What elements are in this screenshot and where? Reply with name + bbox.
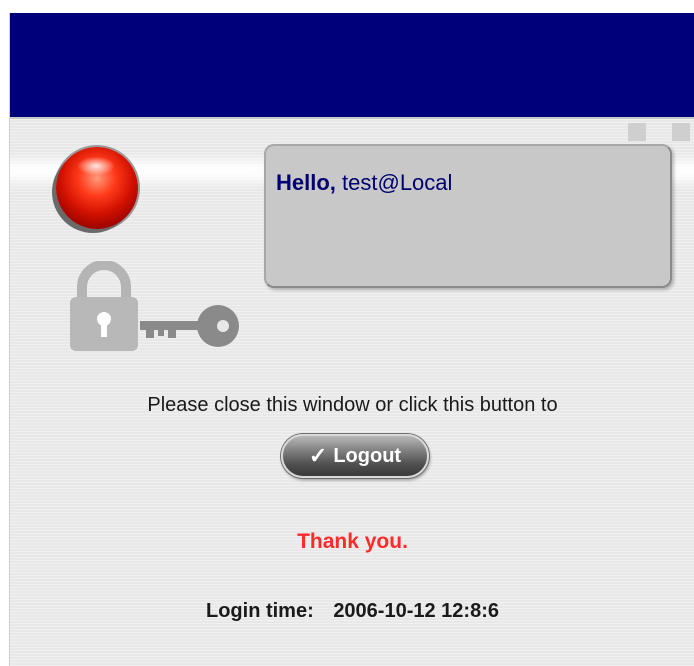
thank-you-text: Thank you. bbox=[297, 530, 408, 553]
lock-key-illustration bbox=[70, 261, 239, 351]
check-icon: ✓ bbox=[308, 443, 328, 468]
decorative-square bbox=[672, 123, 690, 141]
greeting-text: Hello, test@Local bbox=[276, 170, 452, 196]
greeting-label: Hello, bbox=[276, 170, 336, 195]
status-orb-icon bbox=[56, 147, 138, 229]
lock-icon bbox=[70, 261, 138, 351]
decorative-square bbox=[628, 123, 646, 141]
header-bar bbox=[10, 13, 694, 119]
greeting-panel: Hello, test@Local bbox=[264, 144, 672, 288]
login-time-value: 2006-10-12 12:8:6 bbox=[333, 600, 499, 622]
logout-button-label: Logout bbox=[333, 444, 402, 467]
login-time-label: Login time: bbox=[205, 600, 314, 622]
logout-button[interactable]: ✓ Logout bbox=[281, 434, 429, 478]
instruction-text: Please close this window or click this b… bbox=[147, 394, 558, 416]
username: test@Local bbox=[342, 170, 453, 195]
key-icon bbox=[140, 305, 239, 347]
logout-window: Hello, test@Local Please close this wind… bbox=[9, 13, 694, 666]
login-time: Login time: 2006-10-12 12:8:6 bbox=[10, 600, 694, 623]
